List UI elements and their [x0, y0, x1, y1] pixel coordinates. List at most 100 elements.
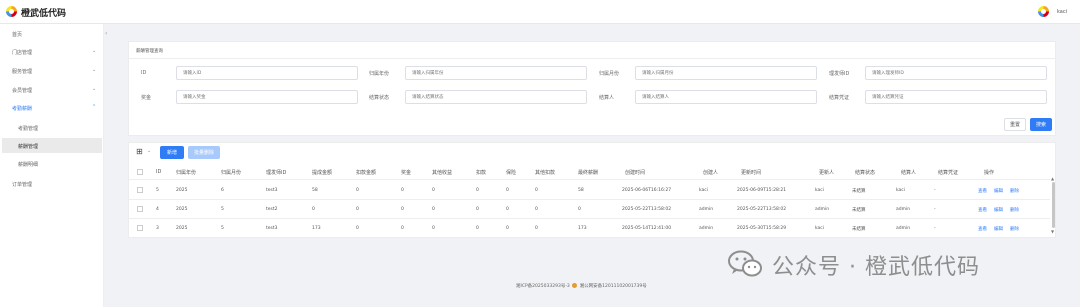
edit-link[interactable]: 编辑	[994, 226, 1003, 232]
sidebar-item-members[interactable]: 会员管理	[12, 87, 32, 94]
table-cell: 173	[578, 226, 587, 231]
col-header-actions: 操作	[984, 170, 995, 176]
table-cell: 0	[506, 226, 509, 231]
table-scrollbar[interactable]	[1052, 182, 1055, 228]
delete-link[interactable]: 删除	[1010, 188, 1019, 194]
table-cell: test2	[266, 207, 278, 212]
id-input[interactable]	[176, 66, 358, 80]
view-link[interactable]: 查看	[978, 207, 987, 213]
table-cell: 5	[221, 207, 224, 212]
sidebar-item-attendance-pay[interactable]: 考勤薪酬	[12, 105, 32, 112]
delete-link[interactable]: 删除	[1010, 226, 1019, 232]
table-cell: 0	[506, 207, 509, 212]
table-cell: 0	[401, 188, 404, 193]
field-label-barber-id: 理发师ID	[829, 71, 850, 77]
user-avatar[interactable]	[1038, 6, 1049, 17]
table-cell: 0	[312, 207, 315, 212]
barber-id-input[interactable]	[865, 66, 1047, 80]
chevron-down-icon: ⌄	[92, 86, 97, 92]
police-record-link[interactable]: 湘公网安备12011102001739号	[580, 284, 647, 289]
sidebar-item-services[interactable]: 服务管理	[12, 68, 32, 75]
table-cell: 2025-06-09T15:28:21	[737, 188, 787, 193]
footer: 湘ICP备2025033293号-3 湘公网安备12011102001739号	[516, 283, 647, 289]
app-title: 橙武低代码	[21, 9, 67, 19]
row-checkbox[interactable]	[137, 206, 143, 212]
table-cell: 未结算	[852, 227, 866, 232]
field-label-month: 归属月份	[599, 71, 620, 77]
table-cell: admin	[896, 226, 911, 231]
sidebar-item-stores[interactable]: 门店管理	[12, 49, 32, 56]
edit-link[interactable]: 编辑	[994, 207, 1003, 213]
field-label-settle-status: 结算状态	[369, 95, 390, 101]
col-header-updater: 更新人	[819, 170, 835, 176]
table-cell: 0	[535, 207, 538, 212]
table-cell: admin	[815, 207, 830, 212]
search-panel-title: 薪酬管理查询	[136, 49, 163, 54]
grid-icon[interactable]: ⊞	[136, 148, 144, 156]
chevron-down-icon[interactable]: ⌄	[147, 148, 151, 154]
chevron-up-icon: ⌃	[92, 104, 97, 110]
watermark-text: 公众号 · 橙武低代码	[772, 255, 980, 280]
bonus-input[interactable]	[176, 90, 358, 104]
row-checkbox[interactable]	[137, 225, 143, 231]
table-cell: test3	[266, 226, 278, 231]
field-label-bonus: 奖金	[141, 95, 152, 101]
field-label-settler: 结算人	[599, 95, 615, 101]
user-name[interactable]: kaci	[1057, 9, 1067, 15]
sidebar-subitem-attendance[interactable]: 考勤管理	[18, 125, 38, 132]
table-cell: -	[934, 188, 936, 193]
year-input[interactable]	[405, 66, 587, 80]
col-header-created-at: 创建时间	[625, 170, 646, 176]
table-cell: 0	[476, 207, 479, 212]
settler-input[interactable]	[635, 90, 817, 104]
table-cell: -	[934, 226, 936, 231]
table-cell: -	[934, 207, 936, 212]
month-input[interactable]	[635, 66, 817, 80]
table-cell: 5	[156, 188, 159, 193]
sidebar-subitem-payroll-detail[interactable]: 薪酬明细	[18, 161, 38, 168]
table-divider	[128, 179, 1050, 180]
logo-icon[interactable]	[6, 6, 17, 17]
table-cell: 2025	[176, 226, 188, 231]
table-cell: 未结算	[852, 208, 866, 213]
field-label-id: ID	[141, 70, 147, 76]
scroll-up-icon[interactable]: ▲	[1051, 176, 1054, 181]
col-header-settle-proof: 结算凭证	[938, 170, 959, 176]
row-checkbox[interactable]	[137, 187, 143, 193]
col-header-other-deduction: 其他扣款	[535, 170, 556, 176]
search-button[interactable]: 搜索	[1030, 118, 1052, 131]
add-button[interactable]: 新增	[160, 146, 184, 159]
chevron-down-icon: ⌄	[92, 48, 97, 54]
view-link[interactable]: 查看	[978, 226, 987, 232]
select-all-checkbox[interactable]	[137, 169, 143, 175]
table-cell: 0	[535, 188, 538, 193]
table-cell: admin	[699, 226, 714, 231]
edit-link[interactable]: 编辑	[994, 188, 1003, 194]
batch-delete-button[interactable]: 批量删除	[188, 146, 220, 159]
table-cell: 0	[356, 226, 359, 231]
sidebar-selected-highlight	[2, 138, 102, 153]
col-header-barber-id: 理发师ID	[266, 170, 287, 176]
top-bar: 橙武低代码 kaci	[0, 0, 1080, 24]
table-cell: 173	[312, 226, 321, 231]
table-cell: 58	[312, 188, 318, 193]
view-link[interactable]: 查看	[978, 188, 987, 194]
table-cell: kaci	[896, 188, 906, 193]
table-cell: 2025	[176, 188, 188, 193]
table-cell: 0	[432, 188, 435, 193]
table-cell: 5	[221, 226, 224, 231]
table-cell: admin	[896, 207, 911, 212]
reset-button[interactable]: 重置	[1004, 118, 1026, 131]
sidebar-item-orders[interactable]: 订单管理	[12, 181, 32, 188]
col-header-id: ID	[156, 169, 162, 175]
collapse-icon[interactable]: ‹	[105, 30, 107, 37]
icp-link[interactable]: 湘ICP备2025033293号-3	[516, 284, 570, 289]
settle-status-input[interactable]	[405, 90, 587, 104]
table-cell: kaci	[815, 226, 825, 231]
settle-proof-input[interactable]	[865, 90, 1047, 104]
col-header-insurance: 保险	[506, 170, 517, 176]
sidebar-subitem-payroll[interactable]: 薪酬管理	[18, 143, 38, 150]
delete-link[interactable]: 删除	[1010, 207, 1019, 213]
scroll-down-icon[interactable]: ▼	[1051, 229, 1054, 234]
sidebar-item-home[interactable]: 首页	[12, 31, 22, 38]
